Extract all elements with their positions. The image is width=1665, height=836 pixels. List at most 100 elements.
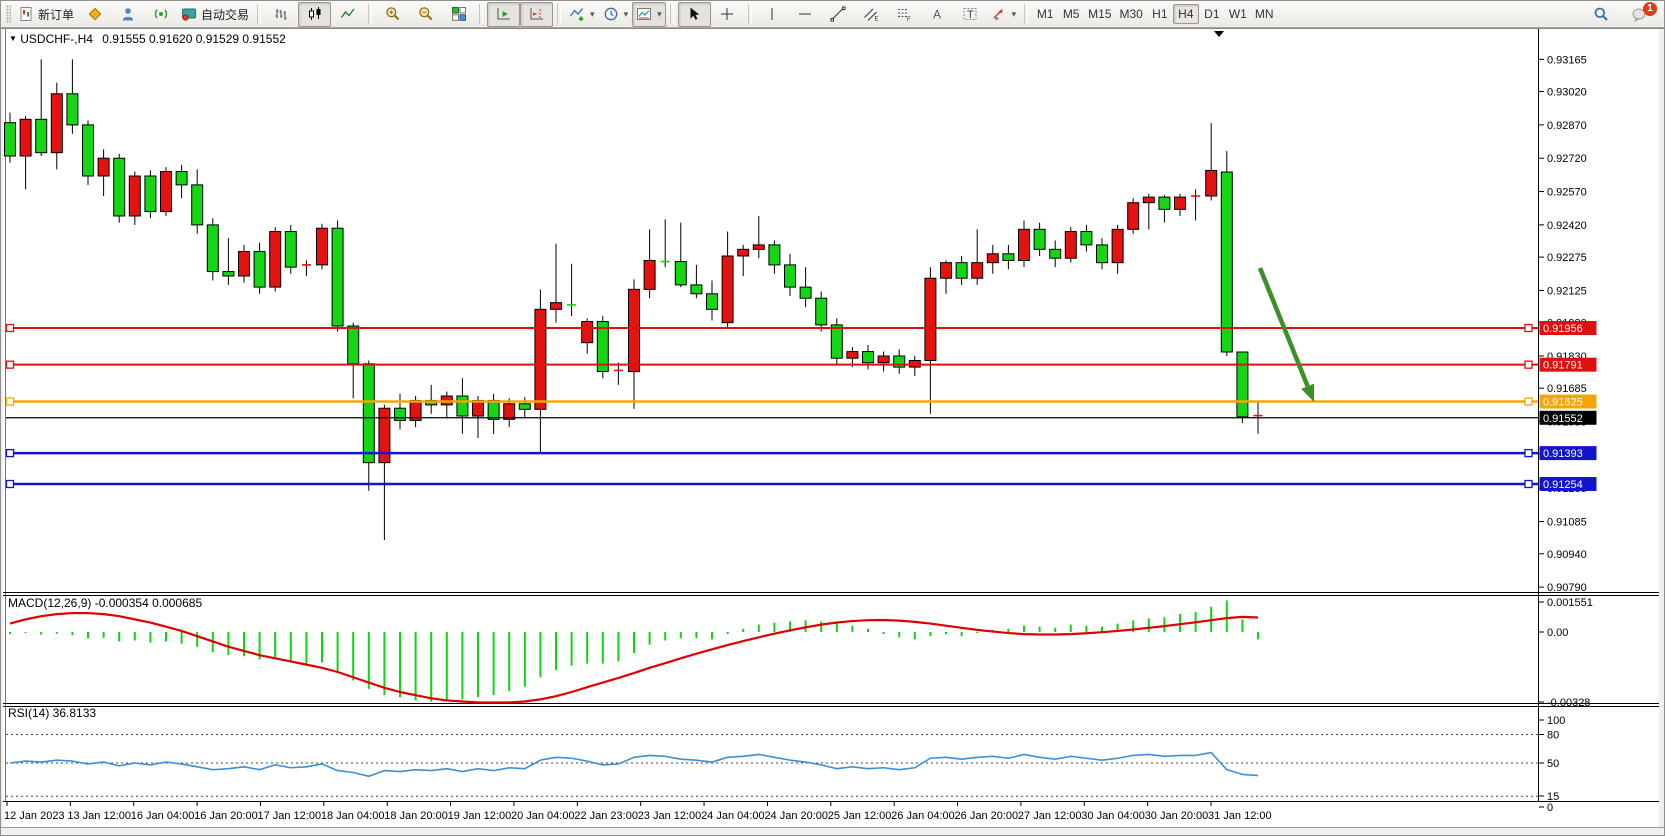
hline-handle[interactable]: [1525, 325, 1532, 332]
candlestick: [254, 252, 265, 288]
quotes-button[interactable]: [78, 2, 111, 27]
candlestick-chart-button[interactable]: [298, 2, 331, 27]
candlestick: [831, 325, 842, 358]
timeframe-H1[interactable]: H1: [1147, 4, 1173, 24]
price-axis[interactable]: [1539, 29, 1659, 801]
profile-button[interactable]: [111, 2, 144, 27]
toolbar-grip[interactable]: [6, 5, 11, 23]
periods-icon: [603, 6, 619, 22]
candlestick: [644, 260, 655, 289]
autoscroll-button[interactable]: [487, 2, 520, 27]
panel-divider[interactable]: [3, 590, 1659, 598]
search-button[interactable]: [1584, 2, 1617, 27]
candlestick: [941, 263, 952, 279]
auto-trading-button[interactable]: 自动交易: [177, 2, 253, 27]
vertical-line-button[interactable]: [756, 2, 789, 27]
timeframe-D1[interactable]: D1: [1199, 4, 1225, 24]
chart-window-title: ▼ USDCHF-,H4 0.91555 0.91620 0.91529 0.9…: [9, 32, 286, 46]
hline-handle[interactable]: [1525, 398, 1532, 405]
macd-indicator-label: MACD(12,26,9) -0.000354 0.000685: [8, 596, 202, 610]
crosshair-button[interactable]: [711, 2, 744, 27]
crosshair-icon: [719, 6, 735, 22]
zoom-in-button[interactable]: [376, 2, 409, 27]
candlestick: [1159, 197, 1170, 209]
hline-handle[interactable]: [7, 398, 14, 405]
candlestick: [582, 322, 593, 343]
candlestick: [816, 298, 827, 325]
candlestick: [129, 176, 140, 216]
line-chart-button[interactable]: [331, 2, 364, 27]
text-label-button[interactable]: T: [954, 2, 987, 27]
time-axis[interactable]: [3, 802, 1659, 827]
candlestick: [1034, 229, 1045, 249]
svg-text:F: F: [907, 17, 911, 22]
chart-shift-icon: [529, 6, 545, 22]
candlestick: [987, 254, 998, 263]
hline-handle[interactable]: [1525, 361, 1532, 368]
text-button[interactable]: A: [921, 2, 954, 27]
candlestick: [1112, 229, 1123, 262]
horizontal-line-button[interactable]: [789, 2, 822, 27]
candlestick: [36, 119, 47, 152]
indicators-icon: [569, 6, 585, 22]
panel-divider[interactable]: [3, 701, 1659, 709]
svg-text:T: T: [967, 9, 974, 21]
new-order-button[interactable]: 新订单: [14, 2, 78, 27]
candlestick: [1206, 170, 1217, 196]
notifications-button[interactable]: 1: [1623, 2, 1656, 26]
line-chart-icon: [340, 6, 356, 22]
arrows-button[interactable]: ▾: [987, 2, 1021, 27]
indicators-button[interactable]: ▾: [565, 2, 599, 27]
candlestick: [691, 285, 702, 294]
trendline-icon: [830, 6, 846, 22]
timeframe-MN[interactable]: MN: [1251, 4, 1278, 24]
arrows-icon: [991, 6, 1007, 22]
hline-handle[interactable]: [7, 450, 14, 457]
chart-shift-button[interactable]: [520, 2, 553, 27]
zoom-out-button[interactable]: [409, 2, 442, 27]
candlestick: [348, 326, 359, 364]
signal-button[interactable]: [144, 2, 177, 27]
timeframe-M1[interactable]: M1: [1032, 4, 1058, 24]
hline-handle[interactable]: [7, 325, 14, 332]
trendline-button[interactable]: [822, 2, 855, 27]
timeframe-M15[interactable]: M15: [1084, 4, 1115, 24]
notification-badge: 1: [1643, 2, 1657, 16]
zoom-out-icon: [418, 6, 434, 22]
candlestick: [67, 94, 78, 125]
autotrading-icon: [181, 6, 197, 22]
text-icon: A: [929, 6, 945, 22]
templates-button[interactable]: ▾: [632, 2, 666, 27]
candlestick: [519, 404, 530, 410]
hline-handle[interactable]: [7, 361, 14, 368]
timeframe-H4[interactable]: H4: [1173, 4, 1199, 24]
timeframe-M30[interactable]: M30: [1116, 4, 1147, 24]
candlestick: [1019, 229, 1030, 260]
fibonacci-button[interactable]: F: [888, 2, 921, 27]
channel-button[interactable]: E: [855, 2, 888, 27]
candlestick-chart-icon: [307, 6, 323, 22]
collapse-icon[interactable]: ▼: [9, 34, 17, 43]
bar-chart-button[interactable]: [265, 2, 298, 27]
candlestick: [722, 256, 733, 323]
candlestick: [972, 263, 983, 279]
timeframe-W1[interactable]: W1: [1225, 4, 1251, 24]
hline-handle[interactable]: [1525, 450, 1532, 457]
horizontal-line-icon: [797, 6, 813, 22]
hline-handle[interactable]: [1525, 481, 1532, 488]
candlestick: [98, 158, 109, 176]
candlestick: [239, 252, 250, 276]
quotes-icon: [87, 6, 103, 22]
periods-button[interactable]: ▾: [599, 2, 633, 27]
candlestick: [1065, 232, 1076, 259]
timeframe-M5[interactable]: M5: [1058, 4, 1084, 24]
chevron-down-icon: ▾: [624, 9, 629, 20]
candlestick: [1128, 203, 1139, 230]
symbol-period-label: USDCHF-,H4: [20, 32, 93, 46]
tile-windows-button[interactable]: [442, 2, 475, 27]
cursor-button[interactable]: [678, 2, 711, 27]
hline-handle[interactable]: [7, 481, 14, 488]
candlestick: [285, 232, 296, 268]
candlestick: [192, 185, 203, 225]
signal-icon: [153, 6, 169, 22]
